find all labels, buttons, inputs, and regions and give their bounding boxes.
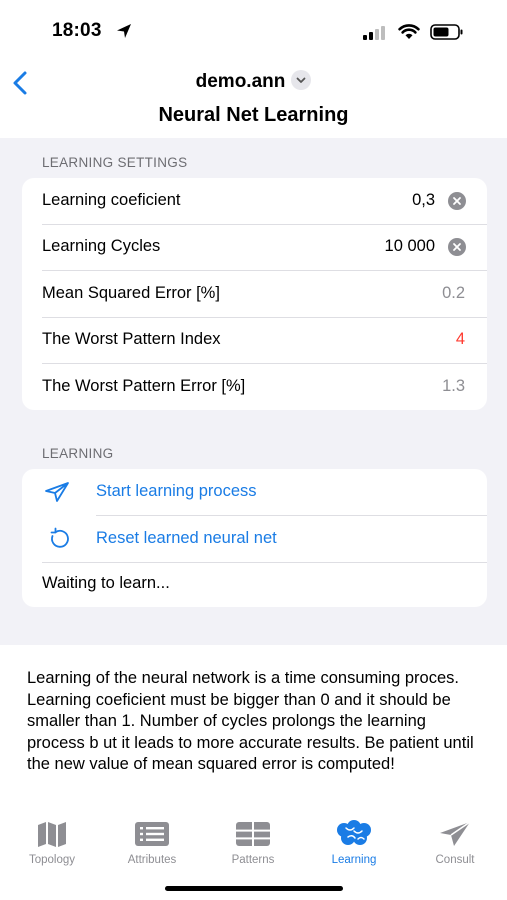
settings-area: LEARNING SETTINGS Learning coeficient 0,… [0,138,507,645]
tab-patterns[interactable]: Patterns [208,818,298,866]
row-label: Learning Cycles [42,237,161,255]
mean-squared-error-value: 0.2 [442,284,465,302]
battery-icon [430,24,463,40]
clear-icon[interactable] [448,192,466,210]
map-icon [38,822,66,847]
reset-neural-net-button[interactable]: Reset learned neural net [22,516,487,562]
tab-consult[interactable]: Consult [410,818,500,866]
tab-label: Learning [331,854,377,866]
learning-settings-card: Learning coeficient 0,3 Learning Cycles … [22,178,487,410]
paper-plane-icon [440,821,471,846]
section-header-learning: LEARNING [42,446,114,461]
app-name: demo.ann [195,71,286,92]
wifi-icon [398,24,420,39]
tab-label: Topology [28,854,76,866]
location-arrow-icon [117,24,131,38]
row-label: Learning coeficient [42,191,181,209]
brain-icon [337,820,371,845]
paper-plane-icon [45,482,69,502]
navigation-bar: demo.ann Neural Net Learning [0,60,507,138]
learning-card: Start learning process Reset learned neu… [22,469,487,607]
table-icon [236,822,270,846]
tab-label: Patterns [231,854,275,866]
worst-pattern-index-value: 4 [455,330,465,348]
cellular-signal-icon [363,26,385,40]
list-icon [135,822,169,846]
row-label: Mean Squared Error [%] [42,284,220,302]
row-worst-pattern-error: The Worst Pattern Error [%] 1.3 [22,364,487,410]
tab-label: Attributes [127,854,177,866]
section-header-learning-settings: LEARNING SETTINGS [42,155,188,170]
tab-label: Consult [435,854,475,866]
learning-coeficient-field[interactable]: 0,3 [412,191,435,210]
reset-neural-net-label: Reset learned neural net [96,529,277,547]
reset-arrow-icon [50,527,69,548]
app-name-menu[interactable]: demo.ann [0,70,507,93]
start-learning-button[interactable]: Start learning process [22,469,487,515]
learning-status-text: Waiting to learn... [42,574,170,592]
chevron-down-icon [291,70,312,90]
learning-cycles-field[interactable]: 10 000 [385,237,435,256]
row-label: The Worst Pattern Error [%] [42,377,246,395]
row-label: The Worst Pattern Index [42,330,221,348]
worst-pattern-error-value: 1.3 [442,377,465,395]
status-bar: 18:03 [0,0,507,60]
page-title: Neural Net Learning [158,104,349,126]
tab-topology[interactable]: Topology [7,818,97,866]
home-indicator [165,886,343,891]
description-text: Learning of the neural network is a time… [27,669,474,773]
row-worst-pattern-index: The Worst Pattern Index 4 [22,317,487,363]
clear-icon[interactable] [448,238,466,256]
row-learning-coeficient[interactable]: Learning coeficient 0,3 [22,178,487,224]
status-time: 18:03 [52,20,102,41]
learning-status-row: Waiting to learn... [22,561,487,607]
tab-attributes[interactable]: Attributes [107,818,197,866]
row-mean-squared-error: Mean Squared Error [%] 0.2 [22,271,487,317]
row-learning-cycles[interactable]: Learning Cycles 10 000 [22,224,487,270]
start-learning-label: Start learning process [96,482,257,500]
tab-learning[interactable]: Learning [309,818,399,866]
